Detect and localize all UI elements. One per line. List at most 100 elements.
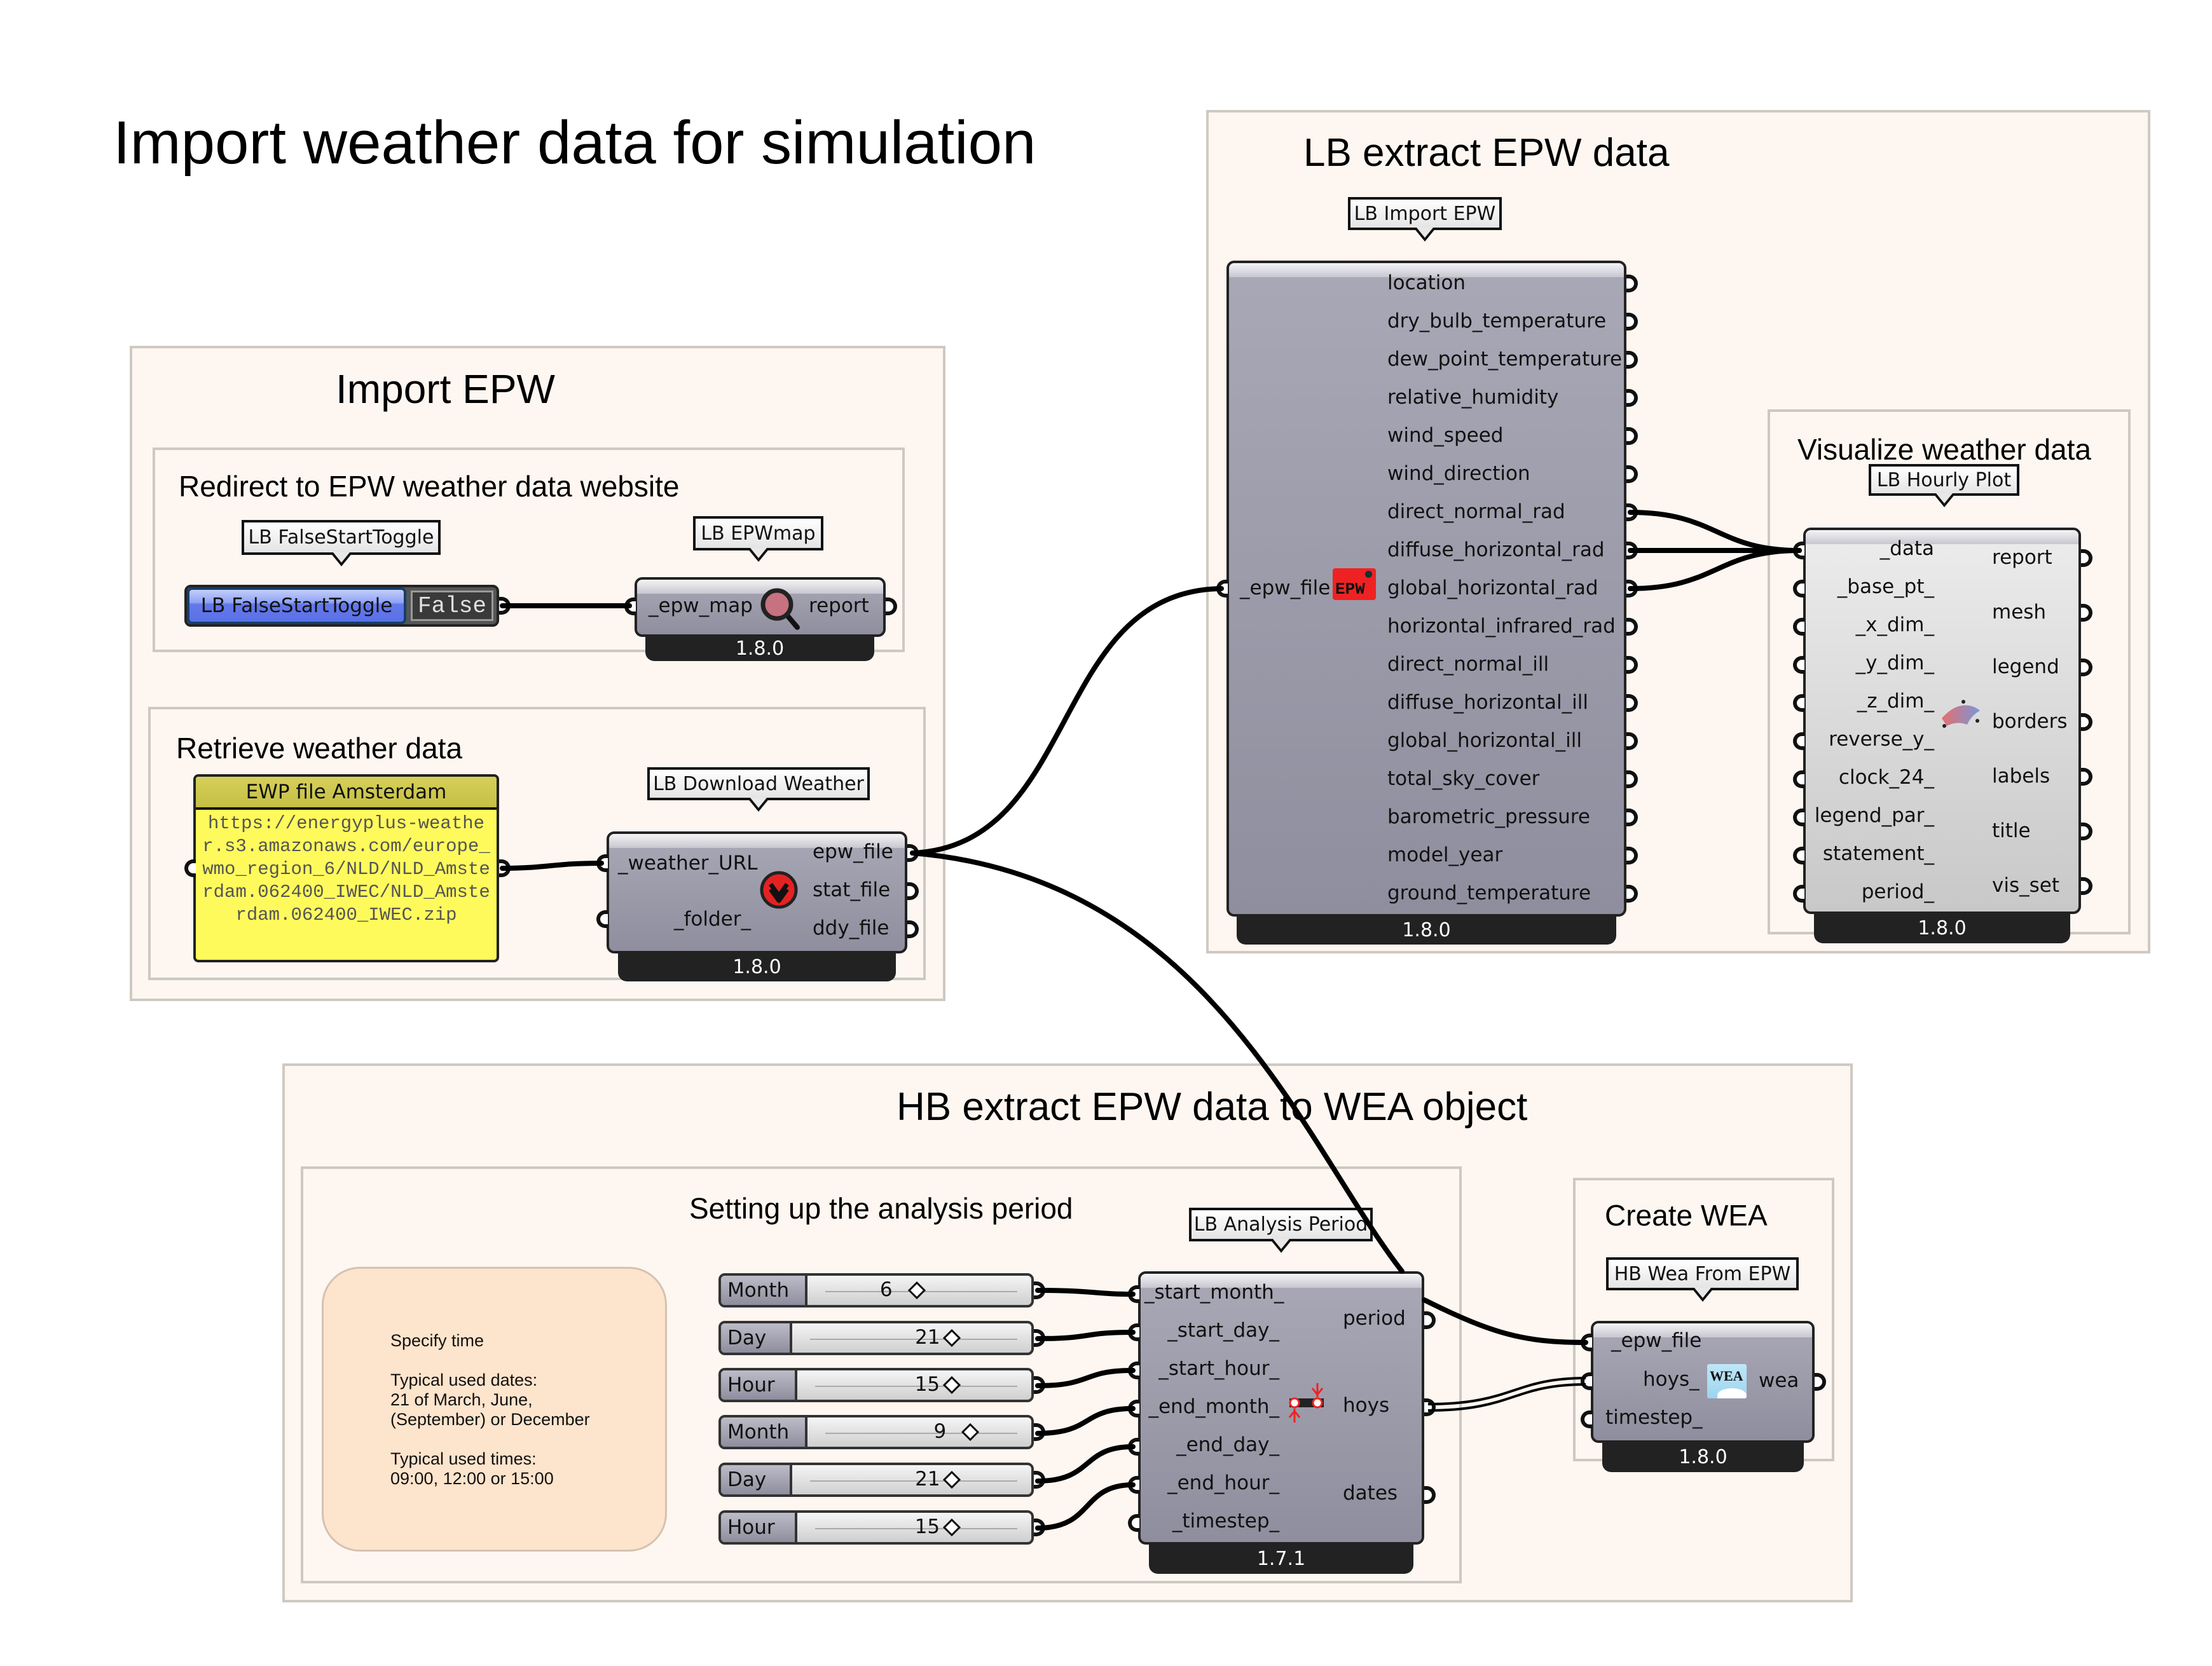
slider-value: 9: [933, 1420, 947, 1443]
download-weather-version: 1.8.0: [618, 952, 896, 981]
hourly-plot-output-label: vis_set: [1992, 874, 2059, 897]
hourly-plot-input-label: _y_dim_: [1855, 652, 1934, 674]
download-input-folder: _folder_: [674, 908, 751, 931]
slider-name: Month: [721, 1276, 807, 1305]
tooltip-hourly-plot: LB Hourly Plot: [1869, 464, 2019, 507]
analysis-input-label: _timestep_: [1172, 1510, 1279, 1533]
import-epw-output-label: model_year: [1387, 843, 1503, 866]
hourly-plot-output-label: legend: [1992, 655, 2059, 678]
slider-name: Hour: [721, 1513, 797, 1542]
hourly-plot-input-label: legend_par_: [1814, 804, 1934, 827]
tooltip-wea-from-epw: HB Wea From EPW: [1606, 1257, 1799, 1302]
hourly-plot-input-label: reverse_y_: [1829, 728, 1934, 751]
slider-value: 15: [914, 1373, 940, 1396]
import-epw-output-label: direct_normal_ill: [1387, 653, 1549, 676]
hourly-plot-input-label: period_: [1861, 880, 1934, 903]
epw-icon-text: EPW: [1335, 580, 1365, 599]
falsestart-toggle[interactable]: LB FalseStartToggle False: [184, 585, 499, 627]
hourly-plot-output-label: labels: [1992, 765, 2051, 788]
group-title-redirect: Redirect to EPW weather data website: [179, 470, 680, 503]
import-epw-output-label: diffuse_horizontal_ill: [1387, 691, 1588, 714]
slider-track[interactable]: [825, 1424, 1017, 1434]
hourly-plot-version: 1.8.0: [1814, 913, 2070, 943]
number-slider[interactable]: Month 9: [718, 1415, 1034, 1449]
hourly-plot-input-label: _x_dim_: [1855, 613, 1934, 636]
hourly-plot-input-label: clock_24_: [1838, 766, 1934, 789]
analysis-input-label: _end_month_: [1148, 1395, 1279, 1418]
import-epw-output-label: relative_humidity: [1387, 386, 1559, 409]
epwmap-version: 1.8.0: [645, 636, 874, 661]
tooltip-import-epw: LB Import EPW: [1348, 197, 1502, 242]
group-title-retrieve: Retrieve weather data: [176, 732, 463, 765]
slider-name: Day: [721, 1323, 792, 1353]
wea-from-epw-version: 1.8.0: [1602, 1442, 1804, 1472]
tooltip-analysis-period: LB Analysis Period: [1189, 1208, 1373, 1253]
url-panel[interactable]: EWP file Amsterdam https://energyplus-we…: [193, 774, 499, 962]
slider-value: 21: [915, 1326, 940, 1349]
wea-output-label: wea: [1759, 1369, 1799, 1392]
epw-icon: EPW: [1333, 568, 1376, 600]
slider-name: Hour: [721, 1370, 797, 1400]
tooltip-falsestarttoggle: LB FalseStartToggle: [242, 520, 441, 566]
wea-icon: WEA: [1707, 1364, 1747, 1398]
import-epw-output-label: direct_normal_rad: [1387, 500, 1565, 523]
number-slider[interactable]: Hour 15: [718, 1368, 1034, 1402]
group-title-visualize: Visualize weather data: [1797, 433, 2091, 466]
number-slider[interactable]: Month 6: [718, 1273, 1034, 1308]
import-epw-output-label: horizontal_infrared_rad: [1387, 615, 1616, 638]
number-slider[interactable]: Day 21: [718, 1321, 1034, 1355]
wea-input-label: timestep_: [1605, 1406, 1703, 1429]
download-output-epw-file: epw_file: [813, 840, 893, 863]
import-epw-output-label: global_horizontal_rad: [1387, 577, 1598, 599]
canvas-title: Import weather data for simulation: [113, 109, 1036, 177]
hourly-plot-icon: [1942, 700, 1980, 728]
group-title-hb-extract: HB extract EPW data to WEA object: [896, 1085, 1528, 1129]
import-epw-output-label: location: [1387, 271, 1466, 294]
slider-value: 15: [914, 1515, 940, 1538]
analysis-output-label: hoys: [1343, 1394, 1390, 1417]
analysis-input-label: _start_month_: [1144, 1281, 1284, 1304]
group-title-analysis: Setting up the analysis period: [689, 1192, 1073, 1225]
analysis-output-label: period: [1343, 1307, 1406, 1330]
analysis-input-label: _start_hour_: [1158, 1357, 1279, 1380]
slider-value: 21: [915, 1468, 940, 1491]
hourly-plot-output-label: borders: [1992, 710, 2068, 733]
wea-icon-text: WEA: [1710, 1368, 1743, 1384]
import-epw-output-label: dew_point_temperature: [1387, 348, 1623, 371]
analysis-input-label: _start_day_: [1167, 1319, 1279, 1342]
panel-title: EWP file Amsterdam: [196, 777, 497, 810]
import-epw-output-label: barometric_pressure: [1387, 805, 1590, 828]
group-title-import-epw: Import EPW: [336, 366, 555, 412]
download-output-stat-file: stat_file: [813, 878, 891, 901]
import-epw-input-label: _epw_file: [1240, 577, 1331, 599]
slider-name: Day: [721, 1465, 792, 1494]
download-icon: [760, 871, 798, 909]
slider-value: 6: [879, 1278, 893, 1301]
import-epw-output-label: ground_temperature: [1387, 882, 1591, 905]
tooltip-download-weather: LB Download Weather: [647, 767, 870, 812]
analysis-period-version: 1.7.1: [1149, 1543, 1413, 1574]
hourly-plot-output-label: report: [1992, 546, 2052, 569]
hourly-plot-output-label: title: [1992, 819, 2031, 842]
toggle-name: LB FalseStartToggle: [187, 587, 406, 624]
wea-input-label: _epw_file: [1611, 1329, 1702, 1352]
analysis-input-label: _end_hour_: [1167, 1471, 1279, 1494]
tooltip-epwmap: LB EPWmap: [693, 516, 823, 562]
download-output-ddy-file: ddy_file: [813, 917, 890, 939]
number-slider[interactable]: Hour 15: [718, 1510, 1034, 1545]
import-epw-output-label: diffuse_horizontal_rad: [1387, 538, 1605, 561]
import-epw-output-label: wind_speed: [1387, 424, 1504, 447]
download-input-weather-url: _weather_URL: [618, 852, 758, 875]
hourly-plot-output-label: mesh: [1992, 601, 2047, 624]
import-epw-output-label: global_horizontal_ill: [1387, 729, 1583, 752]
number-slider[interactable]: Day 21: [718, 1463, 1034, 1497]
panel-content[interactable]: https://energyplus-weather.s3.amazonaws.…: [196, 810, 497, 929]
wea-input-label: hoys_: [1643, 1368, 1700, 1391]
epwmap-input-label: _epw_map: [649, 594, 753, 617]
magnifier-icon: [760, 588, 800, 630]
slider-track[interactable]: [810, 1471, 1017, 1482]
epwmap-output-label: report: [809, 594, 869, 617]
note-text: Specify time Typical used dates: 21 of M…: [390, 1331, 590, 1488]
slider-track[interactable]: [810, 1330, 1017, 1340]
toggle-value[interactable]: False: [411, 591, 493, 621]
